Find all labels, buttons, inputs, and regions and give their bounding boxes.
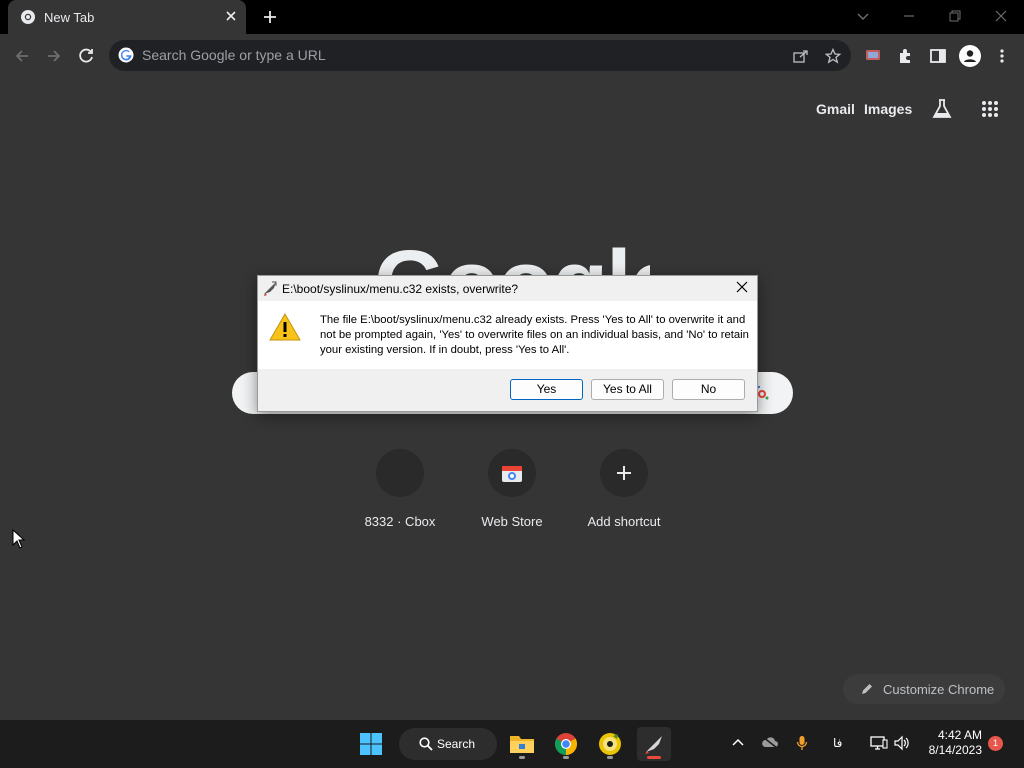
google-apps-icon[interactable] <box>981 100 999 118</box>
volume-icon[interactable] <box>893 735 909 751</box>
overwrite-dialog: E:\boot/syslinux/menu.c32 exists, overwr… <box>257 275 758 412</box>
omnibox-placeholder: Search Google or type a URL <box>142 47 326 63</box>
start-button[interactable] <box>354 727 388 761</box>
web-store-icon <box>501 462 523 484</box>
shortcut-label: Web Store <box>481 514 543 529</box>
rufus-app-icon <box>262 280 278 296</box>
restore-icon[interactable] <box>946 7 964 25</box>
yes-to-all-button[interactable]: Yes to All <box>591 379 664 400</box>
side-panel-icon[interactable] <box>929 47 947 65</box>
dialog-close-icon[interactable] <box>734 279 750 295</box>
microphone-icon[interactable] <box>796 735 808 751</box>
taskbar-search[interactable]: Search <box>399 728 497 760</box>
tab-title: New Tab <box>44 10 95 25</box>
running-indicator <box>607 756 613 759</box>
shortcut-tile[interactable]: 8332 · Cbox <box>344 449 456 539</box>
dialog-title: E:\boot/syslinux/menu.c32 exists, overwr… <box>282 282 519 296</box>
back-icon[interactable] <box>12 46 32 66</box>
images-link[interactable]: Images <box>864 101 912 117</box>
windows-logo-icon <box>359 732 383 756</box>
folder-icon <box>509 733 535 755</box>
shortcut-label: Add shortcut <box>587 514 661 529</box>
clock[interactable]: 4:42 AM 8/14/2023 <box>926 728 982 758</box>
pencil-icon <box>860 682 874 696</box>
clock-date: 8/14/2023 <box>928 743 982 757</box>
bookmark-star-icon[interactable] <box>825 48 841 64</box>
shortcut-favicon <box>488 449 536 497</box>
extensions-icon[interactable] <box>897 47 915 65</box>
windows-taskbar: Search فا 4:42 AM 8/14/2023 1 <box>0 720 1024 768</box>
mouse-cursor-icon <box>12 529 26 549</box>
chrome-menu-icon[interactable] <box>996 47 1008 65</box>
rufus-icon <box>643 733 665 755</box>
shortcut-favicon <box>600 449 648 497</box>
add-shortcut-tile[interactable]: Add shortcut <box>568 449 680 539</box>
input-language-indicator[interactable]: فا <box>833 736 842 750</box>
share-icon[interactable] <box>792 48 810 64</box>
google-g-icon <box>118 47 134 63</box>
tab-search-icon[interactable] <box>854 7 872 25</box>
close-window-icon[interactable] <box>992 7 1010 25</box>
warning-icon <box>269 312 301 342</box>
taskbar-rufus[interactable] <box>637 727 671 761</box>
running-indicator <box>519 756 525 759</box>
taskbar-file-explorer[interactable] <box>505 727 539 761</box>
network-icon[interactable] <box>870 735 888 751</box>
minimize-icon[interactable] <box>900 7 918 25</box>
taskbar-chrome[interactable] <box>549 727 583 761</box>
forward-icon[interactable] <box>44 46 64 66</box>
new-tab-icon[interactable] <box>260 7 280 27</box>
tab-new-tab[interactable]: New Tab <box>8 0 246 34</box>
chrome-icon <box>554 732 578 756</box>
labs-flask-icon[interactable] <box>931 98 953 120</box>
no-button[interactable]: No <box>672 379 745 400</box>
taskbar-search-label: Search <box>437 737 476 751</box>
yes-button[interactable]: Yes <box>510 379 583 400</box>
notification-badge[interactable]: 1 <box>988 736 1003 751</box>
shortcut-label: 8332 · Cbox <box>364 514 436 529</box>
tab-close-icon[interactable] <box>224 9 238 23</box>
onedrive-icon[interactable] <box>761 735 779 749</box>
plus-icon <box>615 464 633 482</box>
shortcut-favicon <box>376 449 424 497</box>
clock-time: 4:42 AM <box>937 728 982 742</box>
disc-icon <box>598 732 622 756</box>
search-icon <box>419 737 433 751</box>
customize-chrome-label: Customize Chrome <box>883 682 995 697</box>
dialog-body: The file E:\boot/syslinux/menu.c32 alrea… <box>258 301 757 369</box>
browser-titlebar: New Tab <box>0 0 1024 34</box>
chrome-tab-icon <box>20 9 36 25</box>
show-hidden-icons-chevron-icon[interactable] <box>731 735 745 749</box>
omnibox[interactable]: Search Google or type a URL <box>109 40 851 71</box>
reload-icon[interactable] <box>76 46 96 66</box>
profile-avatar-icon[interactable] <box>959 45 981 67</box>
taskbar-disc-app[interactable] <box>593 727 627 761</box>
active-indicator <box>647 756 661 759</box>
media-router-icon[interactable] <box>865 47 881 63</box>
customize-chrome-button[interactable]: Customize Chrome <box>843 674 1005 704</box>
shortcut-tile-web-store[interactable]: Web Store <box>456 449 568 539</box>
gmail-link[interactable]: Gmail <box>816 101 855 117</box>
dialog-message: The file E:\boot/syslinux/menu.c32 alrea… <box>320 314 749 356</box>
running-indicator <box>563 756 569 759</box>
